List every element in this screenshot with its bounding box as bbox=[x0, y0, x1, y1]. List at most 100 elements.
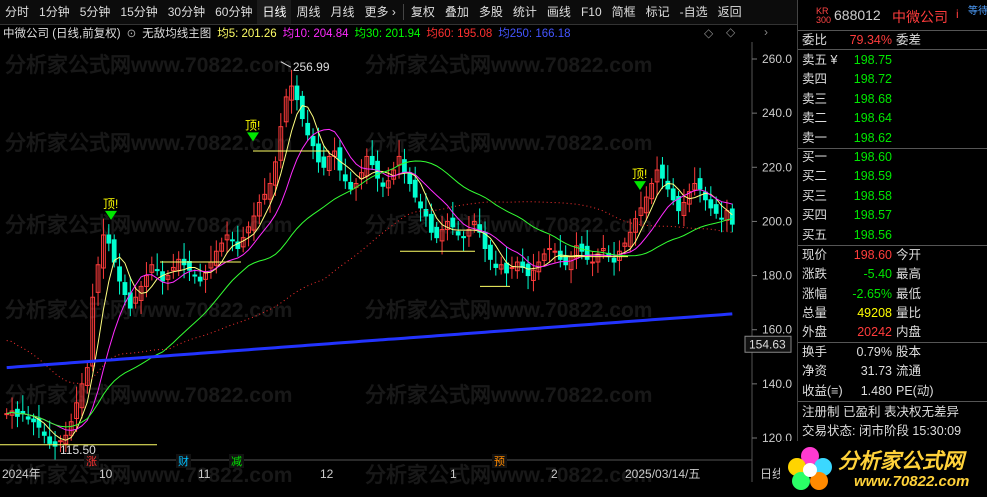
quote-header: KR 300 688012 中微公司 i 等待 bbox=[798, 6, 987, 26]
candlestick-chart[interactable]: 分析家公式网www.70822.com 分析家公式网www.70822.com 分析… bbox=[0, 42, 795, 497]
period-tab-60min[interactable]: 60分钟 bbox=[210, 0, 257, 24]
candle-body bbox=[192, 274, 198, 277]
stat-row-4-value: 20242 bbox=[857, 325, 892, 340]
overlay-button[interactable]: 叠加 bbox=[440, 0, 474, 24]
candle-body bbox=[41, 431, 47, 436]
period-tab-daily[interactable]: 日线 bbox=[257, 0, 292, 24]
watermark-text: 分析家公式网www.70822.com bbox=[5, 53, 292, 77]
sell-level-2: 卖二 198.64 bbox=[798, 109, 987, 127]
y-axis-label: 200.0 bbox=[762, 214, 792, 228]
info-icon[interactable]: i bbox=[956, 7, 959, 21]
side-panel-toggle-icon[interactable]: › bbox=[764, 25, 768, 39]
period-tab-1min[interactable]: 1分钟 bbox=[34, 0, 75, 24]
stat-row-1-value: -5.40 bbox=[863, 267, 893, 282]
event-mark: 财 bbox=[178, 454, 189, 468]
candle-body bbox=[321, 156, 327, 168]
candle-body bbox=[106, 234, 112, 244]
sell-level-1-value: 198.62 bbox=[853, 130, 892, 145]
candle-body bbox=[230, 239, 235, 242]
multi-stock-button[interactable]: 多股 bbox=[474, 0, 508, 24]
y-axis-label: 220.0 bbox=[762, 160, 792, 174]
candle-body bbox=[31, 418, 36, 423]
y-axis-label: 240.0 bbox=[762, 106, 792, 120]
sell-level-3-label: 卖三 bbox=[802, 91, 828, 106]
period-tab-weekly[interactable]: 周线 bbox=[291, 0, 325, 24]
ma30-value: 均30: 201.94 bbox=[354, 28, 421, 40]
event-mark: 涨 bbox=[86, 455, 97, 468]
indicator-dropdown-icon[interactable]: ⊙ bbox=[127, 26, 137, 40]
candle-body bbox=[493, 263, 499, 268]
candle-body bbox=[111, 239, 117, 263]
buy-level-3-label: 买三 bbox=[802, 188, 828, 203]
watermark-text: 分析家公式网www.70822.com bbox=[365, 383, 652, 407]
sell-level-5: 卖五 ¥ 198.75 bbox=[798, 51, 987, 69]
period-tab-30min[interactable]: 30分钟 bbox=[163, 0, 210, 24]
candle-body bbox=[729, 208, 735, 225]
stat2-row-0-label: 换手 bbox=[802, 345, 828, 359]
period-tab-more[interactable]: 更多 › bbox=[360, 0, 401, 24]
x-axis-label: 12 bbox=[320, 467, 334, 481]
sell-level-4-value: 198.72 bbox=[853, 72, 892, 87]
chart-close-icon[interactable]: ◇ bbox=[726, 25, 735, 39]
top-signal-label: 顶! bbox=[245, 118, 260, 132]
candle-body bbox=[122, 282, 128, 296]
candle-body bbox=[434, 226, 440, 239]
chart-settings-icon[interactable]: ◇ bbox=[704, 26, 713, 40]
watchlist-button[interactable]: -自选 bbox=[675, 0, 713, 24]
stat-row-3: 总量 49208 量比 bbox=[798, 304, 987, 322]
x-axis-label: 2025/03/14/五 bbox=[625, 467, 700, 481]
back-button[interactable]: 返回 bbox=[713, 0, 747, 24]
candle-body bbox=[670, 188, 676, 201]
candle-body bbox=[369, 155, 375, 166]
watermark-text: 分析家公式网www.70822.com bbox=[365, 53, 652, 77]
candle-body bbox=[488, 244, 493, 260]
y-axis-label: 260.0 bbox=[762, 52, 792, 66]
flower-logo-icon bbox=[788, 447, 832, 490]
stat2-row-2-label2: PE(动) bbox=[896, 383, 934, 398]
sell-level-2-label: 卖二 bbox=[802, 111, 828, 126]
candle-body bbox=[708, 199, 714, 209]
ma10-value: 均10: 204.84 bbox=[282, 28, 349, 40]
stat2-row-0: 换手 0.79% 股本 bbox=[798, 343, 987, 361]
stat2-row-0-label2: 股本 bbox=[896, 345, 922, 359]
stat2-row-2-value: 1.480 bbox=[860, 383, 892, 398]
watermark-text: 分析家公式网www.70822.com bbox=[5, 298, 292, 322]
watermark-text: 分析家公式网www.70822.com bbox=[5, 213, 292, 237]
candle-body bbox=[504, 262, 509, 274]
indicator-name[interactable]: 无敌均线主图 bbox=[142, 25, 211, 41]
period-tab-fenshi[interactable]: 分时 bbox=[0, 0, 34, 24]
statistics-button[interactable]: 统计 bbox=[508, 0, 542, 24]
f10-button[interactable]: F10 bbox=[576, 0, 607, 24]
logo-text: 分析家公式网 bbox=[838, 450, 964, 473]
candle-body bbox=[423, 209, 429, 217]
period-tab-15min[interactable]: 15分钟 bbox=[115, 0, 162, 24]
stat2-row-1-value: 31.73 bbox=[860, 364, 892, 379]
buy-level-5-label: 买五 bbox=[802, 227, 828, 242]
buy-level-3-value: 198.58 bbox=[853, 188, 892, 203]
candle-body bbox=[402, 159, 407, 174]
stat-row-0: 现价 198.60 今开 bbox=[798, 246, 987, 264]
logo-url: www.70822.com bbox=[854, 473, 970, 490]
candle-body bbox=[579, 243, 585, 252]
candle-body bbox=[310, 135, 316, 147]
candle-body bbox=[52, 441, 58, 447]
period-tab-monthly[interactable]: 月线 bbox=[326, 0, 360, 24]
high-price-label: 256.99 bbox=[293, 60, 330, 74]
candle-body bbox=[316, 143, 321, 163]
draw-line-button[interactable]: 画线 bbox=[542, 0, 576, 24]
stat2-row-1-label2: 流通 bbox=[896, 364, 922, 379]
simple-frame-button[interactable]: 简框 bbox=[607, 0, 641, 24]
ma-legend: 中微公司 (日线,前复权) ⊙ 无敌均线主图 均5: 201.26 均10: 2… bbox=[0, 25, 577, 41]
stock-name: 中微公司 bbox=[892, 9, 948, 25]
stat-row-0-label2: 今开 bbox=[896, 248, 922, 262]
period-tab-5min[interactable]: 5分钟 bbox=[75, 0, 116, 24]
toolbar-divider bbox=[402, 4, 404, 20]
candle-body bbox=[563, 255, 569, 266]
fuquan-button[interactable]: 复权 bbox=[406, 0, 440, 24]
stat-row-2-value: -2.65% bbox=[852, 286, 892, 301]
candle-body bbox=[58, 440, 63, 443]
stat-row-4: 外盘 20242 内盘 bbox=[798, 323, 987, 341]
candle-body bbox=[380, 182, 386, 187]
mark-button[interactable]: 标记 bbox=[641, 0, 675, 24]
stat-row-2: 涨幅 -2.65% 最低 bbox=[798, 285, 987, 303]
